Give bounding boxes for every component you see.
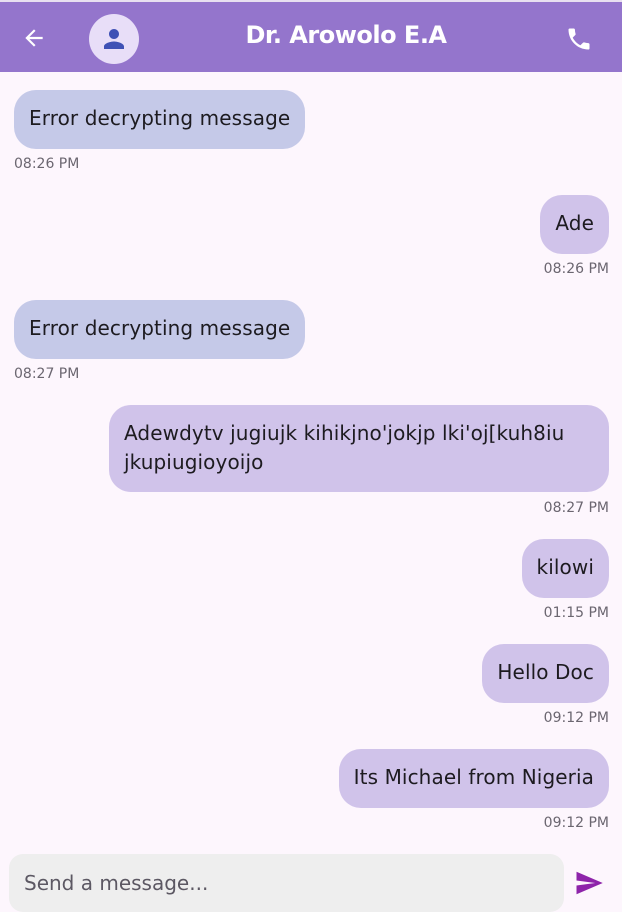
message-time: 08:27 PM — [543, 500, 609, 516]
send-icon — [576, 871, 603, 895]
message-bubble-incoming[interactable]: Error decrypting message — [14, 90, 306, 149]
message-bubble-outgoing[interactable]: Its Michael from Nigeria — [338, 749, 609, 808]
person-icon — [104, 29, 124, 49]
message-time: 08:27 PM — [14, 366, 80, 382]
contact-name: Dr. Arowolo E.A — [245, 21, 447, 49]
message-bubble-outgoing[interactable]: Adewdytv jugiujk kihikjno'jokjp lki'oj[k… — [109, 405, 609, 492]
message-time: 09:12 PM — [543, 710, 609, 726]
phone-icon — [568, 28, 590, 50]
message-time: 08:26 PM — [14, 156, 80, 172]
avatar[interactable] — [89, 14, 139, 64]
call-button[interactable] — [562, 22, 596, 56]
message-bubble-outgoing[interactable]: kilowi — [521, 539, 609, 598]
message-time: 09:12 PM — [543, 815, 609, 831]
message-bubble-incoming[interactable]: Error decrypting message — [14, 300, 306, 359]
message-bubble-outgoing[interactable]: Hello Doc — [482, 644, 609, 703]
back-button[interactable] — [18, 22, 50, 54]
app-bar: Dr. Arowolo E.A — [0, 0, 622, 72]
message-time: 01:15 PM — [543, 605, 609, 621]
message-list[interactable]: Error decrypting message 08:26 PM Ade 08… — [0, 72, 622, 842]
arrow-back-icon — [25, 29, 43, 47]
message-bubble-outgoing[interactable]: Ade — [540, 195, 609, 254]
message-input[interactable]: Send a message... — [9, 854, 564, 912]
send-button[interactable] — [572, 866, 606, 900]
message-time: 08:26 PM — [543, 261, 609, 277]
